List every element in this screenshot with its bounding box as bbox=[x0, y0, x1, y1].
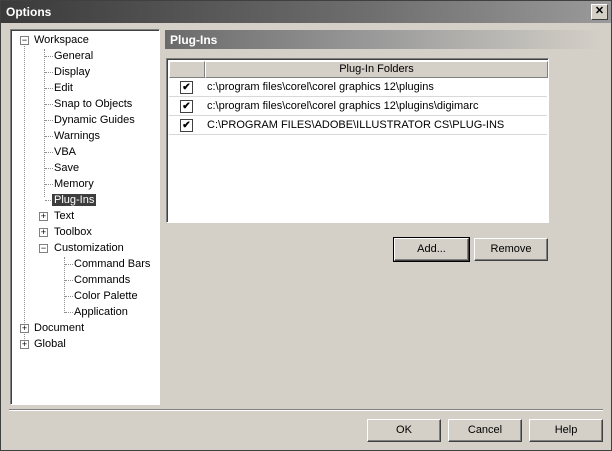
panel-title: Plug-Ins bbox=[170, 33, 218, 47]
tree-item-command-bars[interactable]: Command Bars bbox=[72, 256, 152, 272]
tree-item-label: Dynamic Guides bbox=[54, 114, 135, 126]
expand-icon[interactable]: + bbox=[20, 324, 29, 333]
tree-item-label: Color Palette bbox=[74, 290, 138, 302]
folder-path: C:\PROGRAM FILES\ADOBE\ILLUSTRATOR CS\PL… bbox=[207, 119, 505, 131]
close-button[interactable]: ✕ bbox=[591, 4, 608, 20]
enabled-checkbox[interactable]: ✔ bbox=[180, 81, 193, 94]
tree-item-document[interactable]: + Document bbox=[20, 320, 86, 336]
tree-item-edit[interactable]: Edit bbox=[52, 80, 75, 96]
enabled-checkbox[interactable]: ✔ bbox=[180, 119, 193, 132]
list-header: Plug-In Folders bbox=[169, 61, 548, 78]
tree-item-label: Global bbox=[34, 338, 66, 350]
tree-item-color-palette[interactable]: Color Palette bbox=[72, 288, 140, 304]
tree-item-label: Toolbox bbox=[54, 226, 92, 238]
tree-connector bbox=[64, 257, 65, 313]
tree-item-label: Command Bars bbox=[74, 258, 151, 270]
expand-icon[interactable]: + bbox=[20, 340, 29, 349]
tree-item-save[interactable]: Save bbox=[52, 160, 81, 176]
column-header-folders[interactable]: Plug-In Folders bbox=[205, 61, 548, 78]
tree-item-vba[interactable]: VBA bbox=[52, 144, 78, 160]
tree-item-application[interactable]: Application bbox=[72, 304, 130, 320]
tree-item-display[interactable]: Display bbox=[52, 64, 92, 80]
tree-item-toolbox[interactable]: + Toolbox bbox=[39, 224, 94, 240]
tree-item-label: Application bbox=[74, 306, 128, 318]
expand-icon[interactable]: + bbox=[39, 212, 48, 221]
ok-button[interactable]: OK bbox=[367, 419, 441, 442]
collapse-icon[interactable]: − bbox=[20, 36, 29, 45]
tree-item-label: Save bbox=[54, 162, 80, 174]
tree-connector bbox=[24, 41, 25, 345]
tree-item-label: Display bbox=[54, 66, 91, 78]
tree-item-dynamic-guides[interactable]: Dynamic Guides bbox=[52, 112, 137, 128]
tree-item-label: VBA bbox=[54, 146, 77, 158]
tree-item-label: Edit bbox=[54, 82, 73, 94]
tree-item-workspace[interactable]: − Workspace bbox=[20, 32, 91, 48]
plugin-folder-list[interactable]: Plug-In Folders ✔ c:\program files\corel… bbox=[166, 58, 549, 223]
list-item[interactable]: ✔ c:\program files\corel\corel graphics … bbox=[169, 78, 547, 97]
window-title: Options bbox=[6, 5, 52, 19]
folder-path: c:\program files\corel\corel graphics 12… bbox=[207, 81, 434, 93]
help-button[interactable]: Help bbox=[529, 419, 603, 442]
options-dialog: Options ✕ − Workspace General Display Ed… bbox=[0, 0, 612, 451]
tree-item-memory[interactable]: Memory bbox=[52, 176, 96, 192]
tree-item-label: Snap to Objects bbox=[54, 98, 133, 110]
footer-divider bbox=[9, 409, 603, 411]
remove-button[interactable]: Remove bbox=[474, 238, 548, 261]
tree-item-commands[interactable]: Commands bbox=[72, 272, 132, 288]
close-icon: ✕ bbox=[594, 5, 605, 17]
tree-item-text[interactable]: + Text bbox=[39, 208, 76, 224]
collapse-icon[interactable]: − bbox=[39, 244, 48, 253]
tree-item-label: Commands bbox=[74, 274, 131, 286]
tree-item-general[interactable]: General bbox=[52, 48, 95, 64]
tree-item-label: Plug-Ins bbox=[52, 194, 97, 206]
tree-item-label: Workspace bbox=[34, 34, 89, 46]
tree-item-label: Text bbox=[54, 210, 75, 222]
list-item[interactable]: ✔ C:\PROGRAM FILES\ADOBE\ILLUSTRATOR CS\… bbox=[169, 116, 547, 135]
tree-item-customization[interactable]: − Customization bbox=[39, 240, 126, 256]
cancel-button[interactable]: Cancel bbox=[448, 419, 522, 442]
list-item[interactable]: ✔ c:\program files\corel\corel graphics … bbox=[169, 97, 547, 116]
tree-item-label: Warnings bbox=[54, 130, 101, 142]
add-button[interactable]: Add... bbox=[393, 237, 470, 262]
title-bar[interactable]: Options ✕ bbox=[1, 1, 611, 23]
enabled-checkbox[interactable]: ✔ bbox=[180, 100, 193, 113]
tree-item-snap-to-objects[interactable]: Snap to Objects bbox=[52, 96, 134, 112]
category-tree[interactable]: − Workspace General Display Edit Snap to… bbox=[10, 29, 160, 405]
folder-path: c:\program files\corel\corel graphics 12… bbox=[207, 100, 479, 112]
tree-item-label: Document bbox=[34, 322, 85, 334]
tree-item-warnings[interactable]: Warnings bbox=[52, 128, 102, 144]
tree-item-plug-ins[interactable]: Plug-Ins bbox=[52, 192, 97, 208]
tree-item-global[interactable]: + Global bbox=[20, 336, 68, 352]
tree-item-label: Customization bbox=[54, 242, 124, 254]
tree-item-label: General bbox=[54, 50, 94, 62]
panel-header: Plug-Ins bbox=[165, 30, 603, 49]
column-header-enabled[interactable] bbox=[169, 61, 205, 78]
tree-item-label: Memory bbox=[54, 178, 94, 190]
expand-icon[interactable]: + bbox=[39, 228, 48, 237]
